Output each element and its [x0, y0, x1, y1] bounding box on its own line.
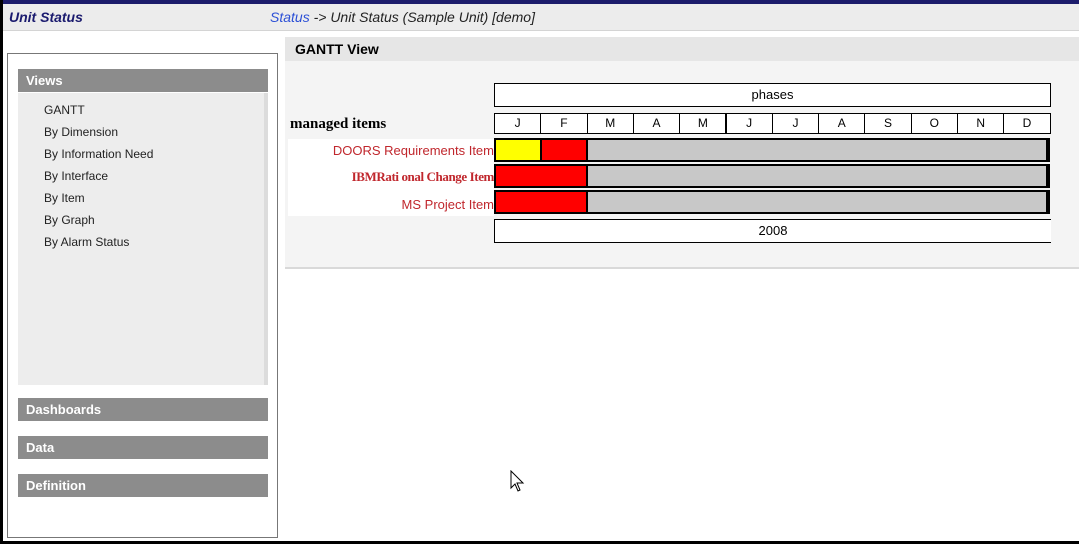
gantt-segment-red	[496, 192, 586, 212]
gantt-segment-gray	[588, 166, 1046, 186]
gantt-bar-ibm-rational	[494, 164, 1050, 188]
month-cell: O	[910, 113, 958, 134]
top-header: Unit Status Status -> Unit Status (Sampl…	[3, 4, 1079, 31]
month-cell: J	[725, 113, 773, 134]
month-cell: M	[679, 113, 727, 134]
sidebar-item-by-interface[interactable]: By Interface	[44, 169, 108, 183]
month-cell: D	[1003, 113, 1051, 134]
month-cell: J	[771, 113, 820, 134]
app-title: Unit Status	[9, 9, 83, 25]
sidebar-item-by-alarm-status[interactable]: By Alarm Status	[44, 235, 129, 249]
gantt-segment-red	[496, 166, 586, 186]
sidebar-item-by-dimension[interactable]: By Dimension	[44, 125, 118, 139]
sidebar-item-by-item[interactable]: By Item	[44, 191, 85, 205]
gantt-view-title: GANTT View	[285, 37, 1079, 61]
item-label-ms-project[interactable]: MS Project Item	[402, 197, 494, 212]
managed-items-header: managed items	[290, 116, 387, 132]
phases-header: phases	[494, 83, 1051, 107]
gantt-bar-doors	[494, 138, 1050, 162]
sidebar-item-gantt[interactable]: GANTT	[44, 103, 85, 117]
month-cell: A	[632, 113, 681, 134]
breadcrumb: Status -> Unit Status (Sample Unit) [dem…	[270, 9, 535, 25]
month-cell: A	[818, 113, 866, 134]
definition-header[interactable]: Definition	[18, 474, 268, 497]
sidebar-item-by-graph[interactable]: By Graph	[44, 213, 95, 227]
year-footer: 2008	[494, 219, 1051, 243]
sidebar: Views GANTT By Dimension By Information …	[7, 53, 278, 538]
mouse-pointer-icon	[510, 470, 525, 492]
window-left-border	[0, 0, 3, 544]
month-cell: F	[540, 113, 588, 134]
gantt-bar-ms-project	[494, 190, 1050, 214]
gantt-segment-yellow	[496, 140, 540, 160]
month-cell: J	[494, 113, 542, 134]
breadcrumb-current: -> Unit Status (Sample Unit) [demo]	[309, 9, 535, 25]
month-cell: S	[864, 113, 912, 134]
item-label-doors[interactable]: DOORS Requirements Item	[333, 143, 494, 158]
gantt-segment-gray	[588, 140, 1046, 160]
month-cell: M	[586, 113, 634, 134]
gantt-segment-red	[542, 140, 586, 160]
views-header[interactable]: Views	[18, 69, 268, 92]
dashboards-header[interactable]: Dashboards	[18, 398, 268, 421]
month-cell: N	[957, 113, 1005, 134]
breadcrumb-status-link[interactable]: Status	[270, 9, 310, 25]
sidebar-item-by-information-need[interactable]: By Information Need	[44, 147, 153, 161]
data-header[interactable]: Data	[18, 436, 268, 459]
gantt-segment-gray	[588, 192, 1046, 212]
item-label-ibm-rational[interactable]: IBMRati onal Change Item	[352, 169, 495, 185]
